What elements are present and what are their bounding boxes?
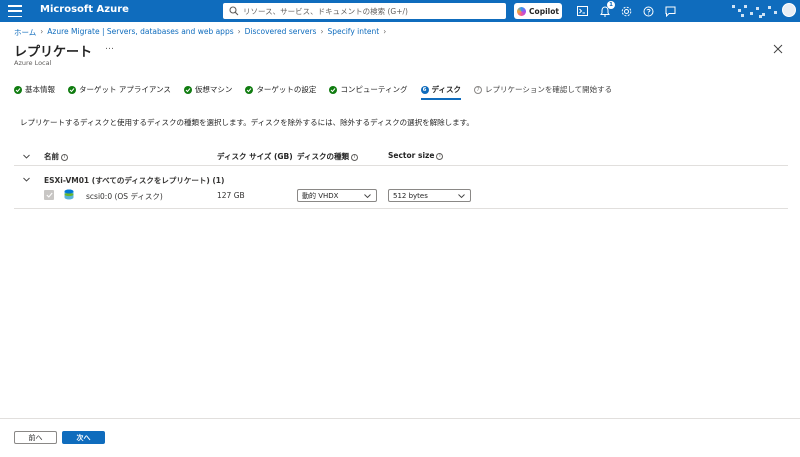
breadcrumb-separator-icon: › [383, 27, 387, 36]
breadcrumb-separator-icon: › [40, 27, 44, 36]
disk-icon [64, 189, 74, 200]
disk-type-value: 動的 VHDX [302, 191, 339, 200]
cloud-shell-icon[interactable] [575, 4, 589, 18]
disk-select-checkbox[interactable] [44, 190, 54, 200]
disk-type-select[interactable]: 動的 VHDX [297, 189, 377, 202]
check-circle-icon [183, 85, 192, 94]
top-bar: Microsoft Azure リソース、サービス、ドキュメントの検索 (G+/… [0, 0, 800, 22]
breadcrumb-discovered-servers[interactable]: Discovered servers [245, 27, 317, 38]
tab-label: ターゲット アプライアンス [79, 85, 171, 94]
vm-group-label: ESXi-VM01 (すべてのディスクをレプリケート) (1) [44, 176, 225, 185]
checkmark-icon [45, 192, 53, 198]
disk-name: scsi0:0 (OS ディスク) [86, 192, 163, 201]
breadcrumb-azure-migrate[interactable]: Azure Migrate | Servers, databases and w… [47, 27, 233, 38]
step-number-badge: 7 [473, 85, 482, 94]
close-icon[interactable] [773, 44, 783, 54]
column-header-disk-size[interactable]: ディスク サイズ (GB) [217, 151, 293, 162]
instruction-text: レプリケートするディスクと使用するディスクの種類を選択します。ディスクを除外する… [20, 118, 474, 127]
breadcrumb: ホーム › Azure Migrate | Servers, databases… [14, 27, 386, 38]
grid-header: 名前 i ディスク サイズ (GB) ディスクの種類 i Sector size i [14, 144, 788, 166]
search-icon [229, 6, 239, 16]
info-icon[interactable]: i [436, 153, 444, 160]
column-header-disk-type[interactable]: ディスクの種類 i [297, 151, 358, 162]
chevron-down-icon [458, 194, 465, 199]
next-button[interactable]: 次へ [62, 431, 105, 444]
tab-compute[interactable]: コンピューティング [329, 84, 408, 95]
tab-label: コンピューティング [340, 85, 408, 94]
info-icon[interactable]: i [61, 154, 68, 161]
notification-badge: 1 [607, 1, 615, 9]
breadcrumb-separator-icon: › [320, 27, 324, 36]
copilot-icon [517, 6, 527, 16]
chevron-down-icon [364, 194, 371, 199]
step-number-badge: 6 [420, 85, 429, 94]
check-circle-icon [68, 85, 76, 94]
breadcrumb-home[interactable]: ホーム [14, 27, 36, 38]
tab-label: ディスク [431, 85, 461, 94]
copilot-button[interactable]: Copilot [514, 3, 562, 19]
disk-size: 127 GB [217, 191, 245, 200]
search-placeholder: リソース、サービス、ドキュメントの検索 (G+/) [243, 6, 408, 16]
info-icon[interactable]: i [350, 154, 358, 161]
previous-button[interactable]: 前へ [14, 431, 57, 444]
tab-target-appliance[interactable]: ターゲット アプライアンス [68, 84, 171, 95]
tab-label: レプリケーションを確認して開始する [484, 85, 613, 94]
page-title: レプリケート [14, 45, 93, 60]
breadcrumb-specify-intent[interactable]: Specify intent [327, 27, 379, 38]
tab-label: 基本情報 [25, 85, 55, 94]
tab-label: 仮想マシン [194, 85, 233, 94]
column-header-sector-size[interactable]: Sector size i [388, 151, 444, 160]
tab-review-and-start[interactable]: 7 レプリケーションを確認して開始する [473, 84, 613, 95]
table-row: scsi0:0 (OS ディスク) 127 GB 動的 VHDX 512 byt… [14, 186, 788, 209]
disk-grid: 名前 i ディスク サイズ (GB) ディスクの種類 i Sector size i … [14, 144, 788, 209]
settings-gear-icon[interactable] [619, 4, 633, 18]
column-header-name[interactable]: 名前 i [44, 151, 68, 162]
account-info-blurred[interactable] [730, 3, 778, 19]
check-circle-icon [245, 85, 254, 94]
more-options-icon[interactable]: … [105, 42, 114, 52]
collapse-all-chevron-down-icon[interactable] [23, 153, 30, 160]
tab-target-settings[interactable]: ターゲットの設定 [245, 84, 316, 95]
page-subtitle: Azure Local [14, 59, 52, 67]
tab-disks[interactable]: 6 ディスク [420, 84, 462, 100]
avatar[interactable] [782, 3, 796, 17]
brand-title[interactable]: Microsoft Azure [40, 4, 129, 15]
check-circle-icon [14, 85, 22, 94]
wizard-steps: 基本情報 ターゲット アプライアンス 仮想マシン ターゲットの設定 コンピューテ… [14, 84, 625, 100]
search-input[interactable]: リソース、サービス、ドキュメントの検索 (G+/) [223, 3, 506, 19]
help-icon[interactable] [641, 4, 655, 18]
chevron-down-icon[interactable] [23, 176, 30, 183]
tab-virtual-machines[interactable]: 仮想マシン [183, 84, 233, 95]
sector-size-select[interactable]: 512 bytes [388, 189, 471, 202]
sector-size-value: 512 bytes [393, 191, 428, 200]
vm-group-row[interactable]: ESXi-VM01 (すべてのディスクをレプリケート) (1) [14, 166, 788, 186]
copilot-label: Copilot [529, 6, 559, 16]
breadcrumb-separator-icon: › [237, 27, 241, 36]
feedback-icon[interactable] [663, 4, 677, 18]
check-circle-icon [329, 85, 338, 94]
tab-basics[interactable]: 基本情報 [14, 84, 55, 95]
tab-label: ターゲットの設定 [256, 85, 317, 94]
footer: 前へ 次へ [0, 418, 800, 457]
menu-icon[interactable] [8, 5, 22, 17]
notifications-icon[interactable]: 1 [598, 1, 615, 18]
